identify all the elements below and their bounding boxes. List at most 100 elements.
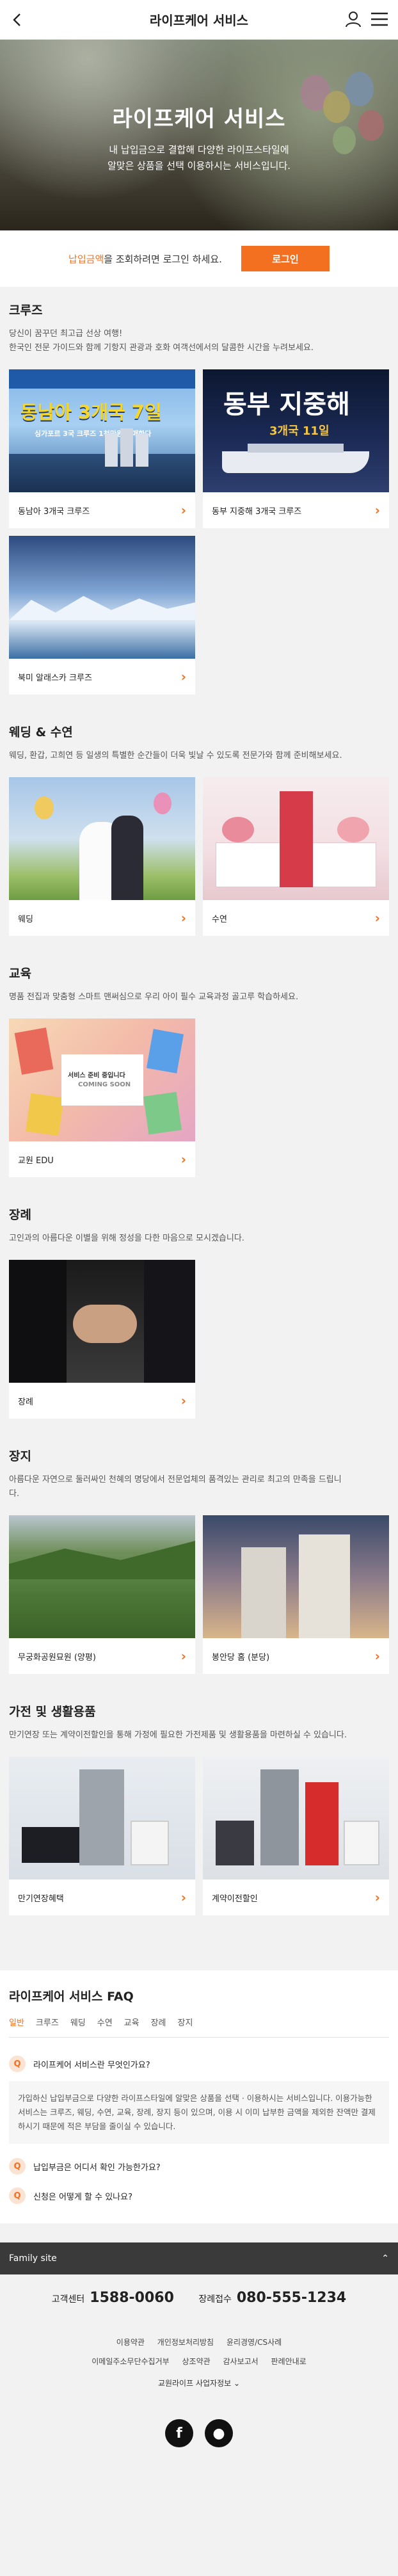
- facebook-icon[interactable]: f: [165, 2419, 193, 2447]
- card-sea-cruise[interactable]: 동남아 3개국 7일 싱가포르 3국 크루즈 1천만원 판매한다 동남아 3개국…: [9, 369, 195, 528]
- faq-tab-general[interactable]: 일반: [9, 2016, 24, 2028]
- card-art-subtitle: 싱가포르 3국 크루즈 1천만원 판매한다: [35, 430, 152, 438]
- faq-section: 라이프케어 서비스 FAQ 일반 크루즈 웨딩 수연 교육 장례 장지 Q 라이프…: [0, 1970, 398, 2223]
- building-decoration: [299, 1534, 350, 1638]
- chevron-right-icon: ›: [374, 1648, 380, 1664]
- fridge-decoration: [260, 1769, 299, 1865]
- card-mediterranean-cruise[interactable]: 동부 지중해 3개국 11일 동부 지중해 3개국 크루즈 ›: [203, 369, 389, 528]
- flower-decoration: [222, 817, 254, 842]
- card-label: 계약이전할인: [212, 1894, 258, 1904]
- card-art-title: 서비스 준비 중입니다: [68, 1072, 125, 1079]
- card-image: [9, 536, 195, 659]
- faq-question[interactable]: Q 납입부금은 어디서 확인 가능한가요?: [9, 2152, 389, 2181]
- book-decoration: [14, 1027, 54, 1075]
- card-label: 동부 지중해 3개국 크루즈: [212, 506, 302, 517]
- card-image: [9, 1260, 195, 1383]
- flower-decoration: [337, 817, 369, 842]
- card-grid: 동남아 3개국 7일 싱가포르 3국 크루즈 1천만원 판매한다 동남아 3개국…: [9, 369, 389, 695]
- card-grid: 장례 ›: [9, 1260, 389, 1419]
- skyline-decoration: [9, 454, 195, 492]
- footer-contact: 고객센터 1588-0060 장례접수 080-555-1234: [9, 2290, 389, 2306]
- section-education: 교육 명품 전집과 맞춤형 스마트 맨써심으로 우리 아이 필수 교육과정 골고…: [0, 936, 398, 1177]
- card-birthday-banquet[interactable]: 수연 ›: [203, 777, 389, 936]
- washer-decoration: [344, 1821, 379, 1865]
- chevron-right-icon: ›: [374, 503, 380, 518]
- card-caption: 동부 지중해 3개국 크루즈 ›: [203, 492, 389, 528]
- user-icon[interactable]: [344, 10, 362, 28]
- section-description-line1: 당신이 꿈꾸던 최고급 선상 여행!: [9, 329, 123, 339]
- card-image: 동남아 3개국 7일 싱가포르 3국 크루즈 1천만원 판매한다: [9, 369, 195, 492]
- footer-link[interactable]: 판례안내로: [271, 2357, 306, 2366]
- faq-tab-birthday[interactable]: 수연: [97, 2016, 113, 2028]
- footer: 고객센터 1588-0060 장례접수 080-555-1234 이용약관 개인정보…: [0, 2274, 398, 2447]
- chevron-right-icon: ›: [180, 1393, 186, 1408]
- login-prompt-highlight: 납입금액: [68, 253, 104, 265]
- section-description-line2: 다.: [9, 1489, 20, 1499]
- faq-tab-wedding[interactable]: 웨딩: [70, 2016, 86, 2028]
- footer-link[interactable]: 상조약관: [182, 2357, 211, 2366]
- book-decoration: [26, 1093, 64, 1136]
- hero-description-line2: 알맞은 상품을 선택 이용하시는 서비스입니다.: [107, 160, 291, 172]
- footer-link[interactable]: 개인정보처리방침: [157, 2338, 214, 2347]
- card-maturity-extension[interactable]: 만기연장혜택 ›: [9, 1757, 195, 1915]
- suit-decoration: [144, 1260, 195, 1383]
- card-caption: 만기연장혜택 ›: [9, 1880, 195, 1915]
- chevron-right-icon: ›: [374, 1890, 380, 1905]
- tel-number[interactable]: 1588-0060: [90, 2290, 174, 2306]
- business-info-toggle[interactable]: 교원라이프 사업자정보 ⌄: [9, 2378, 389, 2388]
- family-site-bar[interactable]: Family site ⌃: [0, 2242, 398, 2274]
- tel-number[interactable]: 080-555-1234: [237, 2290, 346, 2306]
- footer-link[interactable]: 이메일주소무단수집거부: [92, 2357, 169, 2366]
- ship-deck-decoration: [248, 444, 344, 453]
- faq-question[interactable]: Q 라이프케어 서비스란 무엇인가요?: [9, 2049, 389, 2079]
- hamburger-menu-icon[interactable]: [370, 10, 389, 28]
- back-arrow-icon[interactable]: [9, 12, 26, 28]
- section-description: 당신이 꿈꾸던 최고급 선상 여행! 한국인 전문 가이드와 함께 기항지 관광…: [9, 327, 389, 355]
- faq-tab-burial[interactable]: 장지: [178, 2016, 193, 2028]
- section-title: 장지: [9, 1449, 31, 1463]
- footer-link[interactable]: 윤리경영/CS사례: [227, 2338, 282, 2347]
- footer-link[interactable]: 이용약관: [116, 2338, 145, 2347]
- card-art-subtitle: 3개국 11일: [269, 424, 330, 438]
- card-columbarium[interactable]: 봉안당 홈 (분당) ›: [203, 1515, 389, 1674]
- section-title: 교육: [9, 967, 31, 981]
- washer-decoration: [131, 1821, 169, 1865]
- card-grid: 서비스 준비 중입니다 COMING SOON 교원 EDU ›: [9, 1018, 389, 1177]
- chat-icon[interactable]: ●: [205, 2419, 233, 2447]
- building-decoration: [120, 428, 133, 467]
- tv-decoration: [22, 1827, 79, 1863]
- building-decoration: [136, 433, 148, 467]
- card-kyowon-edu[interactable]: 서비스 준비 중입니다 COMING SOON 교원 EDU ›: [9, 1018, 195, 1177]
- card-funeral[interactable]: 장례 ›: [9, 1260, 195, 1419]
- card-caption: 무궁화공원묘원 (양평) ›: [9, 1638, 195, 1674]
- card-contract-transfer[interactable]: 계약이전할인 ›: [203, 1757, 389, 1915]
- family-site-label: Family site: [9, 2253, 57, 2264]
- card-art-title: 동부 지중해: [223, 390, 350, 419]
- section-description: 만기연장 또는 계약이전할인을 통해 가정에 필요한 가전제품 및 생활용품을 …: [9, 1730, 347, 1740]
- faq-tab-education[interactable]: 교육: [124, 2016, 139, 2028]
- section-description: 고인과의 아름다운 이별을 위해 정성을 다한 마음으로 모시겠습니다.: [9, 1234, 244, 1243]
- login-button[interactable]: 로그인: [241, 246, 330, 271]
- section-appliance: 가전 및 생활용품 만기연장 또는 계약이전할인을 통해 가정에 필요한 가전제…: [0, 1674, 398, 1915]
- section-funeral: 장례 고인과의 아름다운 이별을 위해 정성을 다한 마음으로 모시겠습니다. …: [0, 1177, 398, 1419]
- faq-question[interactable]: Q 신청은 어떻게 할 수 있나요?: [9, 2181, 389, 2210]
- faq-tab-cruise[interactable]: 크루즈: [36, 2016, 59, 2028]
- card-image: [203, 1757, 389, 1880]
- chevron-right-icon: ›: [374, 910, 380, 926]
- faq-tab-funeral[interactable]: 장례: [151, 2016, 166, 2028]
- faq-tabs: 일반 크루즈 웨딩 수연 교육 장례 장지: [9, 2016, 389, 2038]
- building-decoration: [241, 1547, 286, 1638]
- login-prompt-rest: 을 조회하려면 로그인 하세요.: [104, 253, 222, 265]
- chevron-up-icon: ⌃: [381, 2253, 389, 2264]
- card-wedding[interactable]: 웨딩 ›: [9, 777, 195, 936]
- fridge-decoration: [79, 1769, 124, 1865]
- card-label: 웨딩: [18, 914, 33, 924]
- section-description: 아름다운 자연으로 둘러싸인 천혜의 명당에서 전문업체의 품격있는 관리로 최…: [9, 1473, 389, 1501]
- card-alaska-cruise[interactable]: 북미 알래스카 크루즈 ›: [9, 536, 195, 695]
- section-burial: 장지 아름다운 자연으로 둘러싸인 천혜의 명당에서 전문업체의 품격있는 관리…: [0, 1419, 398, 1674]
- faq-question-text: 납입부금은 어디서 확인 가능한가요?: [33, 2162, 161, 2173]
- section-title: 가전 및 생활용품: [9, 1705, 96, 1719]
- card-memorial-park[interactable]: 무궁화공원묘원 (양평) ›: [9, 1515, 195, 1674]
- footer-link[interactable]: 감사보고서: [223, 2357, 259, 2366]
- card-image: 동부 지중해 3개국 11일: [203, 369, 389, 492]
